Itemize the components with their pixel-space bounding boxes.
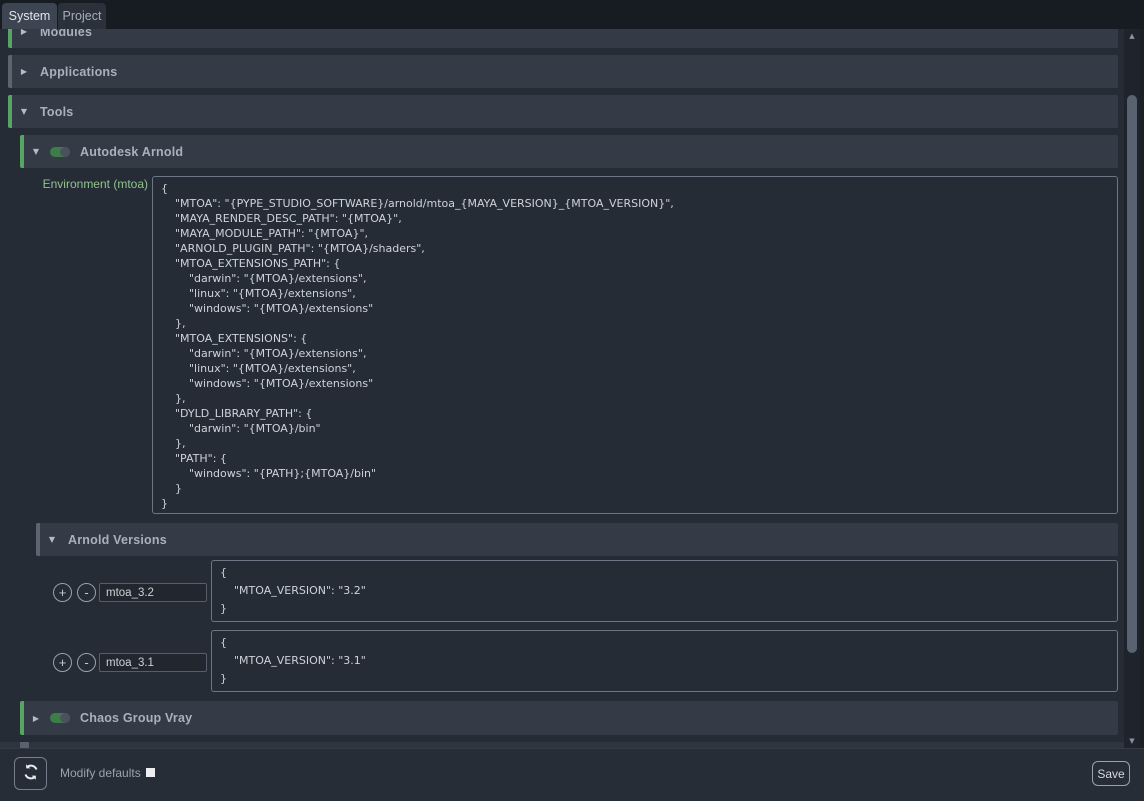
arnold-versions-title: Arnold Versions: [68, 533, 167, 547]
arnold-accent-bar: [20, 135, 24, 168]
vray-enabled-toggle[interactable]: [50, 713, 70, 723]
environment-mtoa-code-editor[interactable]: { "MTOA": "{PYPE_STUDIO_SOFTWARE}/arnold…: [152, 176, 1118, 514]
applications-collapsed-arrow-icon: ▶: [18, 67, 30, 76]
tab-system-label: System: [9, 9, 51, 23]
modify-defaults-label: Modify defaults: [60, 766, 141, 780]
vray-accent-bar: [20, 701, 24, 735]
add-version-button[interactable]: +: [53, 653, 72, 672]
window-edge: [1140, 29, 1144, 748]
arnold-enabled-toggle[interactable]: [50, 147, 70, 157]
version-code-editor[interactable]: { "MTOA_VERSION": "3.1" }: [211, 630, 1118, 692]
version-name-input[interactable]: [99, 583, 207, 602]
vertical-scrollbar: ▲ ▼: [1124, 29, 1140, 748]
remove-version-button[interactable]: -: [77, 653, 96, 672]
vertical-scrollbar-thumb[interactable]: [1127, 95, 1137, 653]
vray-collapsed-arrow-icon: ▶: [30, 714, 42, 723]
save-button[interactable]: Save: [1092, 761, 1130, 786]
modules-title: Modules: [40, 29, 92, 39]
arnold-toggle-knob: [60, 147, 70, 157]
applications-accent-bar: [8, 55, 12, 88]
modules-accent-bar: [8, 29, 12, 48]
tools-title: Tools: [40, 105, 73, 119]
applications-title: Applications: [40, 65, 117, 79]
scroll-up-button[interactable]: ▲: [1124, 29, 1140, 43]
remove-version-button[interactable]: -: [77, 583, 96, 602]
tab-bar: System Project: [0, 0, 1144, 29]
version-code-editor[interactable]: { "MTOA_VERSION": "3.2" }: [211, 560, 1118, 622]
settings-window: System Project ▶ Modules ▶ Applications …: [0, 0, 1144, 801]
arnold-versions-accent-bar: [36, 523, 40, 556]
section-header-applications[interactable]: ▶ Applications: [8, 55, 1118, 88]
arnold-title: Autodesk Arnold: [80, 145, 183, 159]
add-version-button[interactable]: +: [53, 583, 72, 602]
environment-mtoa-label: Environment (mtoa): [20, 177, 148, 191]
footer-bar: Modify defaults Save: [0, 748, 1144, 801]
scroll-down-button[interactable]: ▼: [1124, 734, 1140, 748]
refresh-button[interactable]: [14, 757, 47, 790]
version-name-input[interactable]: [99, 653, 207, 672]
section-header-chaos-group-vray[interactable]: ▶ Chaos Group Vray: [20, 701, 1118, 735]
modules-collapsed-arrow-icon: ▶: [18, 29, 30, 36]
arnold-expanded-arrow-icon: ▼: [30, 147, 42, 156]
section-header-tools[interactable]: ▼ Tools: [8, 95, 1118, 128]
section-header-modules[interactable]: ▶ Modules: [8, 29, 1118, 48]
modify-defaults-checkbox[interactable]: [146, 768, 155, 777]
vray-toggle-knob: [60, 713, 70, 723]
tab-project[interactable]: Project: [58, 3, 106, 29]
tools-expanded-arrow-icon: ▼: [18, 107, 30, 116]
arnold-versions-expanded-arrow-icon: ▼: [46, 535, 58, 544]
tab-system[interactable]: System: [2, 3, 57, 29]
vray-title: Chaos Group Vray: [80, 711, 192, 725]
section-header-arnold-versions[interactable]: ▼ Arnold Versions: [36, 523, 1118, 556]
settings-scroll-area: ▶ Modules ▶ Applications ▼ Tools ▼ Autod…: [0, 29, 1124, 748]
tools-accent-bar: [8, 95, 12, 128]
refresh-icon: [22, 763, 40, 784]
tab-project-label: Project: [63, 9, 102, 23]
section-header-autodesk-arnold[interactable]: ▼ Autodesk Arnold: [20, 135, 1118, 168]
